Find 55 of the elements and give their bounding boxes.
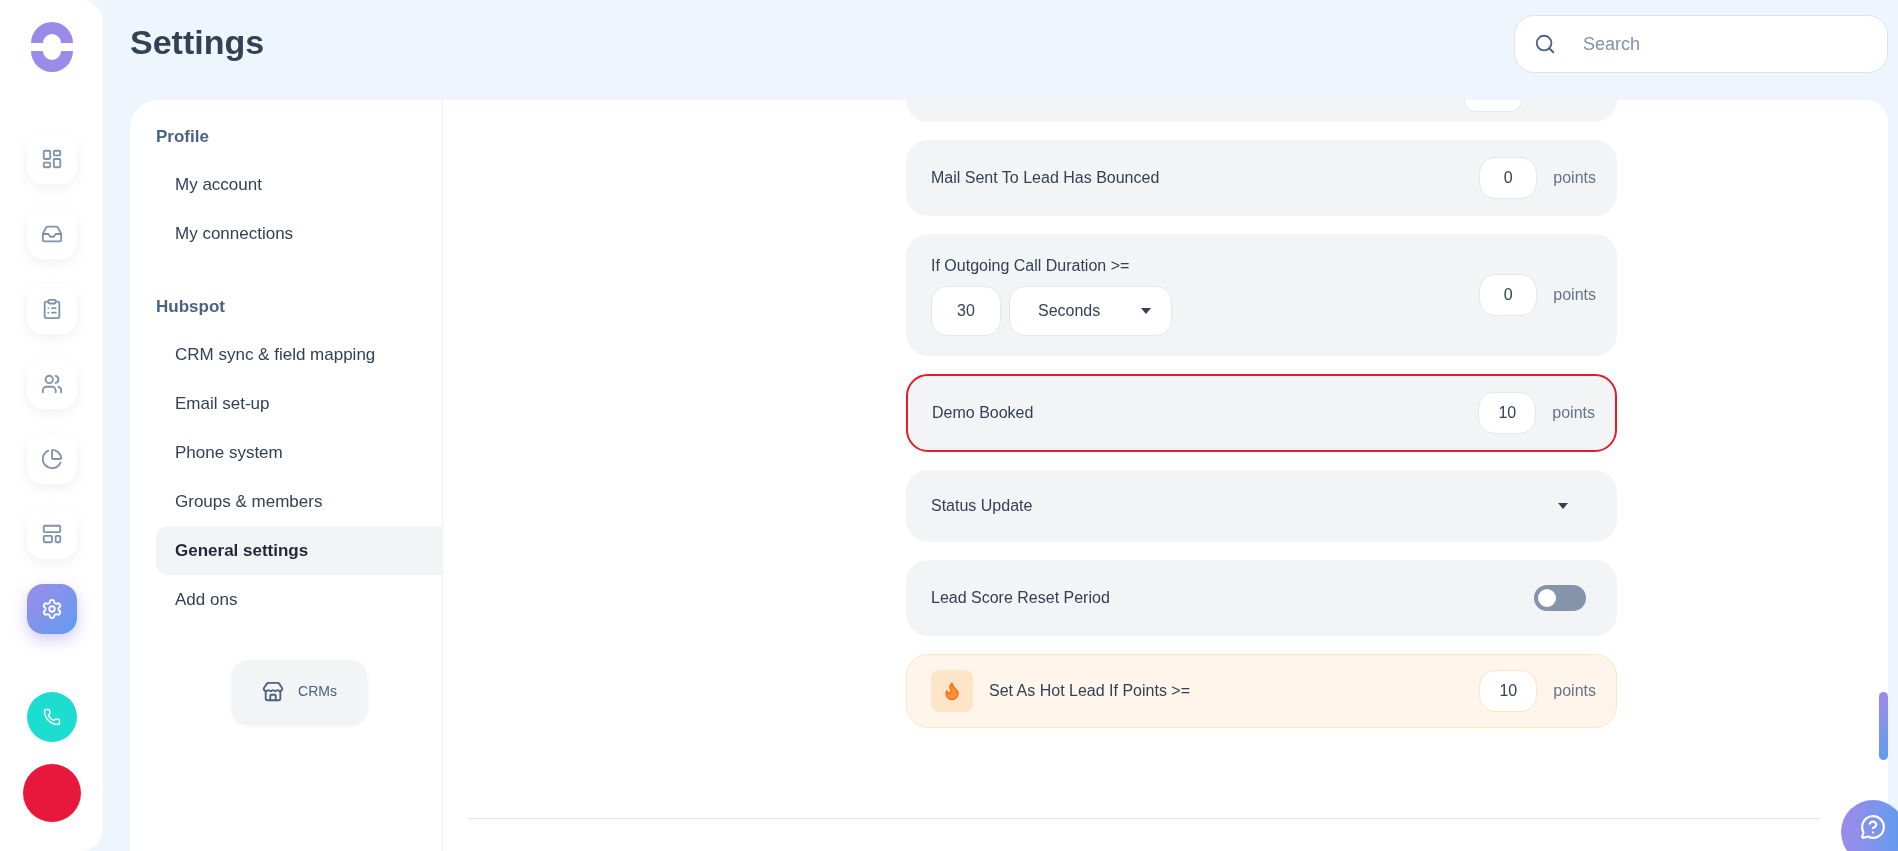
rail-button[interactable]: [26, 509, 77, 559]
rail-button[interactable]: [26, 284, 77, 334]
avatar[interactable]: [22, 764, 81, 822]
points-input[interactable]: [1464, 100, 1522, 112]
page-title: Settings: [130, 22, 265, 63]
sidebar-item[interactable]: Phone system: [156, 428, 442, 477]
toggle-switch[interactable]: [1534, 585, 1586, 611]
points-label: points: [1553, 681, 1596, 701]
caret-icon: [1141, 308, 1151, 314]
rail-button[interactable]: [26, 584, 77, 634]
search-field[interactable]: Search: [1514, 15, 1888, 73]
sidebar-item[interactable]: My account: [156, 160, 442, 209]
flame-icon: [931, 670, 973, 712]
points-label: points: [1553, 285, 1596, 305]
layout-icon: [40, 523, 63, 545]
sidebar-item[interactable]: Email set-up: [156, 379, 442, 428]
points-input[interactable]: 10: [1479, 670, 1538, 712]
caret-icon: [1558, 503, 1568, 509]
store-icon: [262, 680, 285, 703]
sidebar-item[interactable]: CRM sync & field mapping: [156, 330, 442, 379]
section-heading: Profile: [155, 126, 210, 148]
section-heading: Hubspot: [155, 296, 226, 318]
phone-icon: [42, 708, 61, 726]
dashboard-icon: [40, 148, 63, 170]
points-input[interactable]: 0: [1479, 274, 1538, 316]
people-icon: [40, 373, 63, 395]
unit-dropdown[interactable]: Seconds: [1009, 286, 1172, 336]
search-icon: [1534, 33, 1556, 55]
pie-chart-icon: [40, 448, 63, 470]
help-button[interactable]: [1841, 800, 1898, 851]
rule-label: Status Update: [931, 496, 1033, 516]
rule-label: If Outgoing Call Duration >=: [931, 256, 1131, 276]
points-input[interactable]: 10: [1478, 392, 1537, 434]
rule-label: Demo Booked: [932, 403, 1034, 423]
rule-label: Lead Score Reset Period: [931, 588, 1110, 608]
duration-input[interactable]: 30: [931, 286, 1001, 336]
sidebar-item[interactable]: Groups & members: [156, 477, 442, 526]
help-icon: [1860, 814, 1886, 840]
points-input[interactable]: 0: [1479, 157, 1538, 199]
rule-label: Mail Sent To Lead Has Bounced: [931, 168, 1160, 188]
rail-button[interactable]: [26, 209, 77, 259]
rail-button[interactable]: [26, 359, 77, 409]
settings-icon: [40, 598, 63, 620]
crms-button[interactable]: CRMs: [232, 660, 367, 723]
rail-button[interactable]: [26, 434, 77, 484]
rail-button[interactable]: [26, 134, 77, 184]
rule-label: Set As Hot Lead If Points >=: [989, 681, 1190, 701]
sidebar-item[interactable]: My connections: [156, 209, 442, 258]
phone-button[interactable]: [26, 692, 77, 742]
points-label: points: [1553, 168, 1596, 188]
sidebar-item[interactable]: General settings: [156, 526, 442, 575]
sidebar-item[interactable]: Add ons: [156, 575, 442, 624]
points-label: points: [1552, 403, 1595, 423]
tray-icon: [40, 223, 63, 245]
scrollbar-thumb: [1879, 692, 1888, 760]
